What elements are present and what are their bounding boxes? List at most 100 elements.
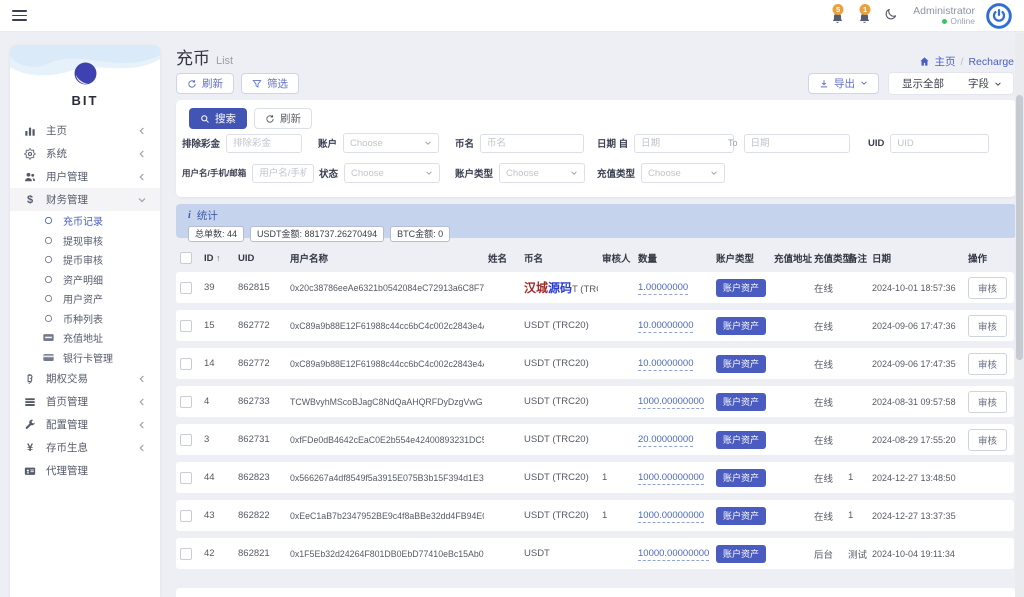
amount-link[interactable]: 1.00000000 (638, 282, 688, 295)
vertical-scrollbar[interactable] (1015, 33, 1024, 597)
column-header[interactable]: 姓名 (484, 251, 520, 265)
column-header[interactable]: UID (234, 251, 286, 265)
table-cell (484, 386, 520, 417)
sort-asc-icon[interactable]: ↑ (214, 253, 221, 263)
table-cell (770, 386, 810, 417)
review-button[interactable]: 审核 (968, 315, 1007, 337)
sidebar-subitem-asset-details[interactable]: 资产明细 (10, 270, 160, 290)
row-checkbox[interactable] (180, 472, 192, 484)
select-all-checkbox[interactable] (180, 252, 192, 264)
fields-dropdown[interactable]: 字段 (957, 76, 1013, 91)
amount-link[interactable]: 1000.00000000 (638, 396, 704, 409)
row-checkbox[interactable] (180, 282, 192, 294)
sidebar-item-system[interactable]: 系统 (10, 142, 160, 165)
gear-icon (23, 148, 37, 160)
amount-link[interactable]: 10000.00000000 (638, 548, 709, 561)
export-button[interactable]: 导出 (808, 73, 879, 94)
breadcrumb-home-link[interactable]: 主页 (935, 54, 956, 69)
sidebar-item-user-management[interactable]: 用户管理 (10, 165, 160, 188)
table-cell: 账户资产 (712, 424, 770, 455)
table-header-row: ID ↑UID用户名称姓名币名审核人数量账户类型充值地址充值类型备注日期操作 (176, 251, 1014, 265)
sidebar-item-finance-management[interactable]: $财务管理 (10, 188, 160, 211)
amount-link[interactable]: 1000.00000000 (638, 472, 704, 485)
sidebar-subitem-recharge-address[interactable]: 充值地址 (10, 328, 160, 348)
filter-input[interactable] (480, 134, 584, 153)
table-cell: 862733 (234, 386, 286, 417)
filter-input[interactable] (634, 134, 734, 153)
filter-select[interactable]: Choose (343, 133, 439, 153)
filter-select[interactable]: Choose (641, 163, 725, 183)
column-header[interactable]: 币名 (520, 251, 598, 265)
table-cell (964, 462, 1014, 493)
scrollbar-thumb[interactable] (1016, 95, 1023, 360)
sidebar-item-agent-management[interactable]: 代理管理 (10, 459, 160, 482)
filter-button[interactable]: 筛选 (241, 73, 299, 94)
yen-icon: ¥ (23, 442, 37, 454)
sidebar-item-config-management[interactable]: 配置管理 (10, 413, 160, 436)
row-checkbox[interactable] (180, 358, 192, 370)
message-bell-icon[interactable]: 1 (857, 8, 873, 24)
amount-link[interactable]: 10.00000000 (638, 320, 693, 333)
user-menu[interactable]: Administrator Online (913, 5, 975, 27)
sidebar-subitem-recharge-records[interactable]: 充币记录 (10, 211, 160, 231)
filter-input[interactable] (744, 134, 850, 153)
search-refresh-button[interactable]: 刷新 (254, 108, 312, 129)
account-type-badge: 账户资产 (716, 393, 766, 411)
column-header[interactable]: 充值类型 (810, 251, 844, 265)
message-count-badge: 1 (860, 4, 871, 15)
row-checkbox[interactable] (180, 320, 192, 332)
row-checkbox[interactable] (180, 548, 192, 560)
filter-input[interactable] (252, 164, 314, 183)
amount-link[interactable]: 1000.00000000 (638, 510, 704, 523)
refresh-button[interactable]: 刷新 (176, 73, 234, 94)
sidebar-item-options-trading[interactable]: 期权交易 (10, 367, 160, 390)
table-cell (484, 348, 520, 379)
amount-link[interactable]: 10.00000000 (638, 358, 693, 371)
filter-select[interactable]: Choose (499, 163, 585, 183)
sidebar-subitem-bank-card-management[interactable]: 银行卡管理 (10, 348, 160, 368)
sidebar-item-label: 提币审核 (63, 252, 147, 267)
column-header[interactable]: 日期 (868, 251, 964, 265)
sidebar-subitem-withdraw-review[interactable]: 提现审核 (10, 231, 160, 251)
breadcrumb-current: Recharge (968, 56, 1014, 68)
column-header[interactable]: ID ↑ (200, 251, 234, 265)
table-cell: 1 (598, 462, 634, 493)
amount-link[interactable]: 20.00000000 (638, 434, 693, 447)
dark-mode-toggle-moon-icon[interactable] (884, 5, 898, 26)
filter-input[interactable] (226, 134, 302, 153)
filter-select[interactable]: Choose (344, 163, 440, 183)
table-cell: 审核 (964, 386, 1014, 417)
review-button[interactable]: 审核 (968, 391, 1007, 413)
column-header[interactable]: 备注 (844, 251, 868, 265)
row-checkbox[interactable] (180, 396, 192, 408)
review-button[interactable]: 审核 (968, 429, 1007, 451)
column-header[interactable]: 操作 (964, 251, 1014, 265)
column-header[interactable]: 用户名称 (286, 251, 484, 265)
notification-bell-icon[interactable]: 5 (830, 8, 846, 24)
sidebar-subitem-coin-list[interactable]: 币种列表 (10, 309, 160, 329)
show-all-button[interactable]: 显示全部 (889, 76, 957, 91)
sidebar-subitem-withdraw-coin-review[interactable]: 提币审核 (10, 250, 160, 270)
sidebar-item-homepage-management[interactable]: 首页管理 (10, 390, 160, 413)
column-header[interactable]: 充值地址 (770, 251, 810, 265)
filter-field: 币名 (455, 133, 584, 153)
filter-row-1: 排除彩金账户Choose币名日期 自ToUID (176, 133, 1016, 153)
app-power-logo-icon[interactable] (986, 3, 1012, 29)
review-button[interactable]: 审核 (968, 277, 1007, 299)
search-button[interactable]: 搜索 (189, 108, 247, 129)
column-header[interactable]: 账户类型 (712, 251, 770, 265)
column-header[interactable]: 审核人 (598, 251, 634, 265)
row-checkbox[interactable] (180, 510, 192, 522)
hamburger-menu-icon[interactable] (12, 10, 27, 21)
sidebar-item-coin-savings[interactable]: ¥存币生息 (10, 436, 160, 459)
sidebar-item-home[interactable]: 主页 (10, 119, 160, 142)
table-cell: 2024-12-27 13:48:50 (868, 462, 964, 493)
sidebar-subitem-user-assets[interactable]: 用户资产 (10, 289, 160, 309)
page-header: 充币List 主页 / Recharge (176, 44, 1014, 69)
column-header[interactable]: 数量 (634, 251, 712, 265)
review-button[interactable]: 审核 (968, 353, 1007, 375)
row-checkbox[interactable] (180, 434, 192, 446)
filter-input[interactable] (890, 134, 989, 153)
table-cell: 账户资产 (712, 348, 770, 379)
filter-field: 排除彩金 (182, 133, 302, 153)
